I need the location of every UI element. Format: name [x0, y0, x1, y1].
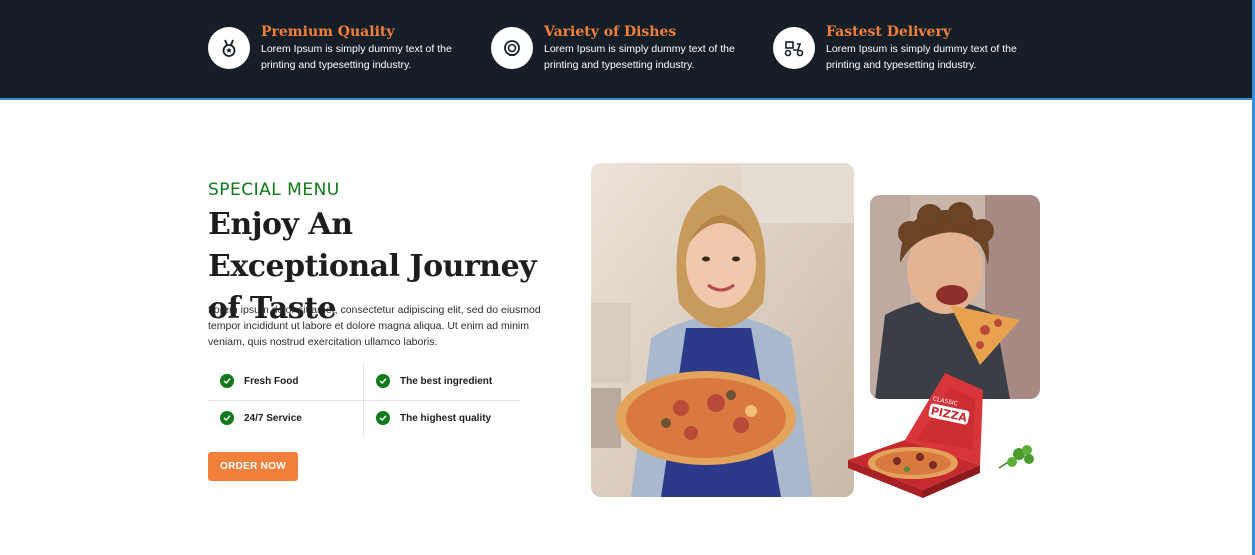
list-item: 24/7 Service	[220, 411, 302, 425]
feature-title: Fastest Delivery	[826, 24, 951, 40]
list-item-label: The best ingredient	[400, 375, 493, 387]
list-item-label: Fresh Food	[244, 375, 299, 387]
features-bar: Premium Quality Lorem Ipsum is simply du…	[0, 0, 1253, 100]
list-item-label: 24/7 Service	[244, 412, 302, 424]
feature-premium-quality: Premium Quality Lorem Ipsum is simply du…	[208, 22, 476, 73]
dish-icon	[491, 27, 533, 69]
order-now-button[interactable]: ORDER NOW	[208, 452, 298, 481]
woman-holding-pizza-photo	[591, 163, 854, 497]
feature-variety-of-dishes: Variety of Dishes Lorem Ipsum is simply …	[491, 22, 759, 73]
list-item-label: The highest quality	[400, 412, 492, 424]
feature-checklist: Fresh Food The best ingredient 24/7 Serv…	[208, 364, 520, 438]
list-item: The highest quality	[376, 411, 491, 425]
section-body-text: Lorem ipsum dolor sit amet, consectetur …	[208, 304, 541, 348]
list-item: The best ingredient	[376, 374, 492, 388]
pizza-box-illustration: CLASSIC PIZZA	[845, 365, 985, 500]
check-icon	[220, 411, 234, 425]
feature-title: Premium Quality	[261, 24, 395, 40]
delivery-scooter-icon	[773, 27, 815, 69]
feature-desc: Lorem Ipsum is simply dummy text of the …	[544, 43, 735, 71]
check-icon	[220, 374, 234, 388]
divider	[363, 364, 364, 438]
medal-icon	[208, 27, 250, 69]
feature-desc: Lorem Ipsum is simply dummy text of the …	[261, 43, 452, 71]
feature-desc: Lorem Ipsum is simply dummy text of the …	[826, 43, 1017, 71]
check-icon	[376, 374, 390, 388]
feature-fastest-delivery: Fastest Delivery Lorem Ipsum is simply d…	[773, 22, 1041, 73]
feature-title: Variety of Dishes	[544, 24, 677, 40]
section-eyebrow: SPECIAL MENU	[208, 180, 340, 200]
list-item: Fresh Food	[220, 374, 298, 388]
divider	[208, 400, 520, 401]
parsley-garnish-icon	[995, 442, 1039, 474]
check-icon	[376, 411, 390, 425]
